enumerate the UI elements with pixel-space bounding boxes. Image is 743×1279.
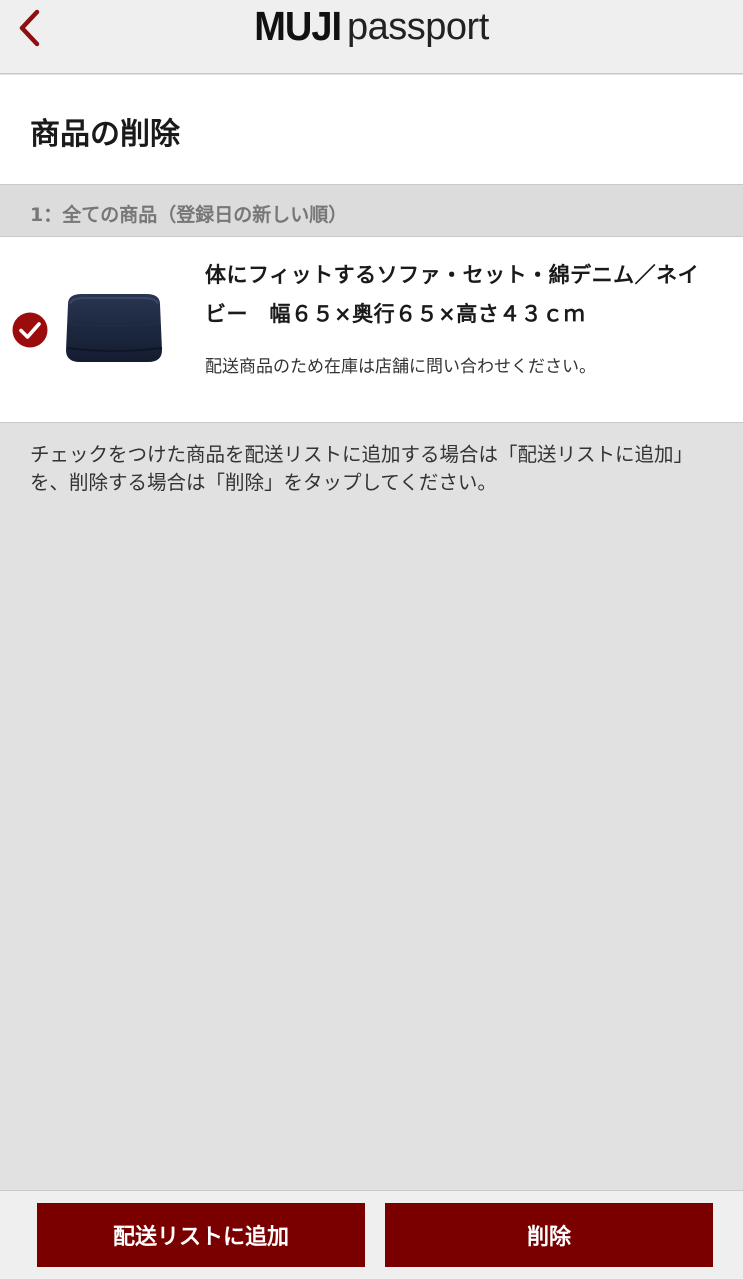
logo-passport-text: passport — [347, 6, 489, 48]
product-stock-note: 配送商品のため在庫は店舗に問い合わせください。 — [205, 357, 596, 377]
logo-muji-text: MUJI — [254, 4, 342, 50]
product-name-line-1: 体にフィットするソファ・セット・綿デニム／ネイ — [205, 263, 700, 287]
add-to-delivery-list-button[interactable]: 配送リストに追加 — [37, 1203, 365, 1267]
product-name: 体にフィットするソファ・セット・綿デニム／ネイ ビー 幅６５×奥行６５×高さ４３… — [205, 256, 730, 334]
checkmark-circle-icon[interactable] — [11, 311, 49, 349]
section-header: 1：全ての商品（登録日の新しい順） — [0, 185, 743, 237]
instruction-text: チェックをつけた商品を配送リストに追加する場合は「配送リストに追加」を、削除する… — [30, 443, 694, 494]
title-section: 商品の削除 — [0, 75, 743, 185]
page-title: 商品の削除 — [30, 117, 180, 152]
navigation-bar: MUJI passport — [0, 0, 743, 74]
muji-passport-logo: MUJI passport — [0, 4, 743, 50]
product-name-line-2: ビー 幅６５×奥行６５×高さ４３ｃｍ — [205, 302, 586, 326]
section-header-label: 1：全ての商品（登録日の新しい順） — [30, 204, 348, 226]
delete-button[interactable]: 削除 — [385, 1203, 713, 1267]
sofa-product-image — [66, 294, 163, 362]
